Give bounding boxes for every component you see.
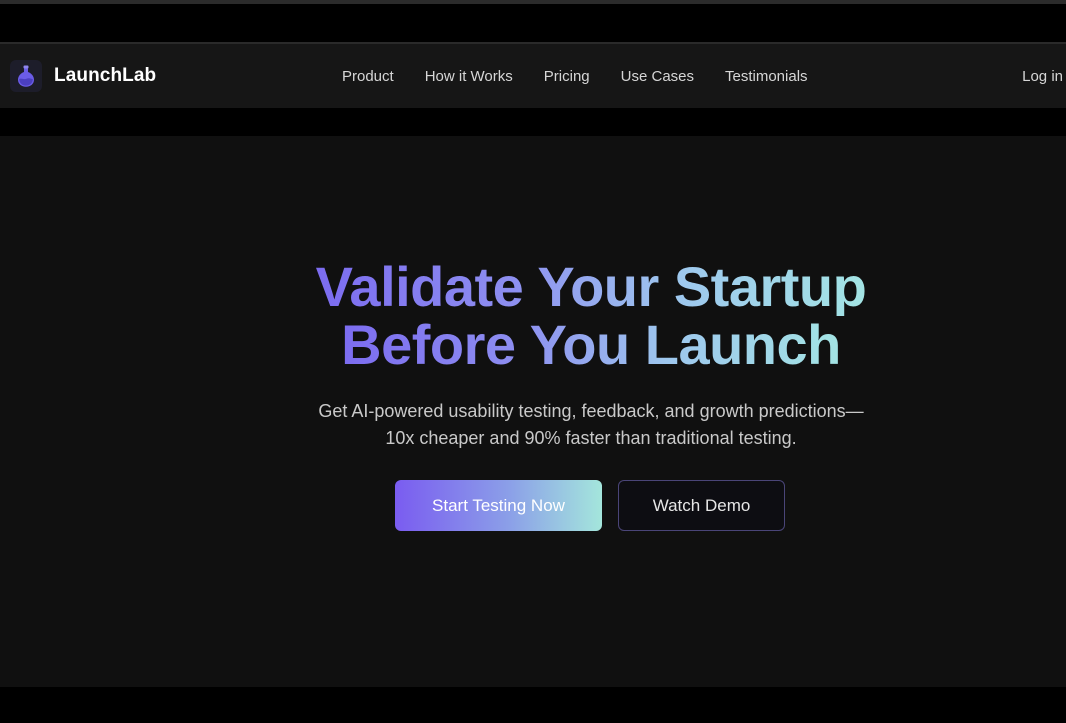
brand-name: LaunchLab [54,65,157,86]
hero-section: Validate Your Startup Before You Launch … [0,136,1066,687]
headline-line-1: Validate Your Startup [315,255,867,318]
cta-row: Start Testing Now Watch Demo [395,480,785,531]
nav-links: Product How it Works Pricing Use Cases T… [342,44,839,108]
nav-link-testimonials[interactable]: Testimonials [725,68,808,85]
watch-demo-button[interactable]: Watch Demo [618,480,785,531]
nav-link-product[interactable]: Product [342,68,394,85]
nav-link-how-it-works[interactable]: How it Works [425,68,513,85]
brand[interactable]: LaunchLab [10,58,156,94]
login-link[interactable]: Log in [1022,44,1063,108]
flask-icon [10,60,42,92]
window-bottom-bar [0,687,1066,723]
nav-link-use-cases[interactable]: Use Cases [621,68,694,85]
navbar: LaunchLab Product How it Works Pricing U… [0,42,1066,108]
subtitle-line-2: 10x cheaper and 90% faster than traditio… [385,428,797,448]
app-window: LaunchLab Product How it Works Pricing U… [0,0,1066,723]
navbar-spacer [0,108,1066,136]
window-top-bar [0,4,1066,42]
hero-headline: Validate Your Startup Before You Launch [0,258,1066,374]
headline-line-2: Before You Launch [341,313,841,376]
hero-subtitle: Get AI-powered usability testing, feedba… [0,398,1066,452]
nav-link-pricing[interactable]: Pricing [544,68,590,85]
subtitle-line-1: Get AI-powered usability testing, feedba… [318,401,864,421]
start-testing-button[interactable]: Start Testing Now [395,480,602,531]
